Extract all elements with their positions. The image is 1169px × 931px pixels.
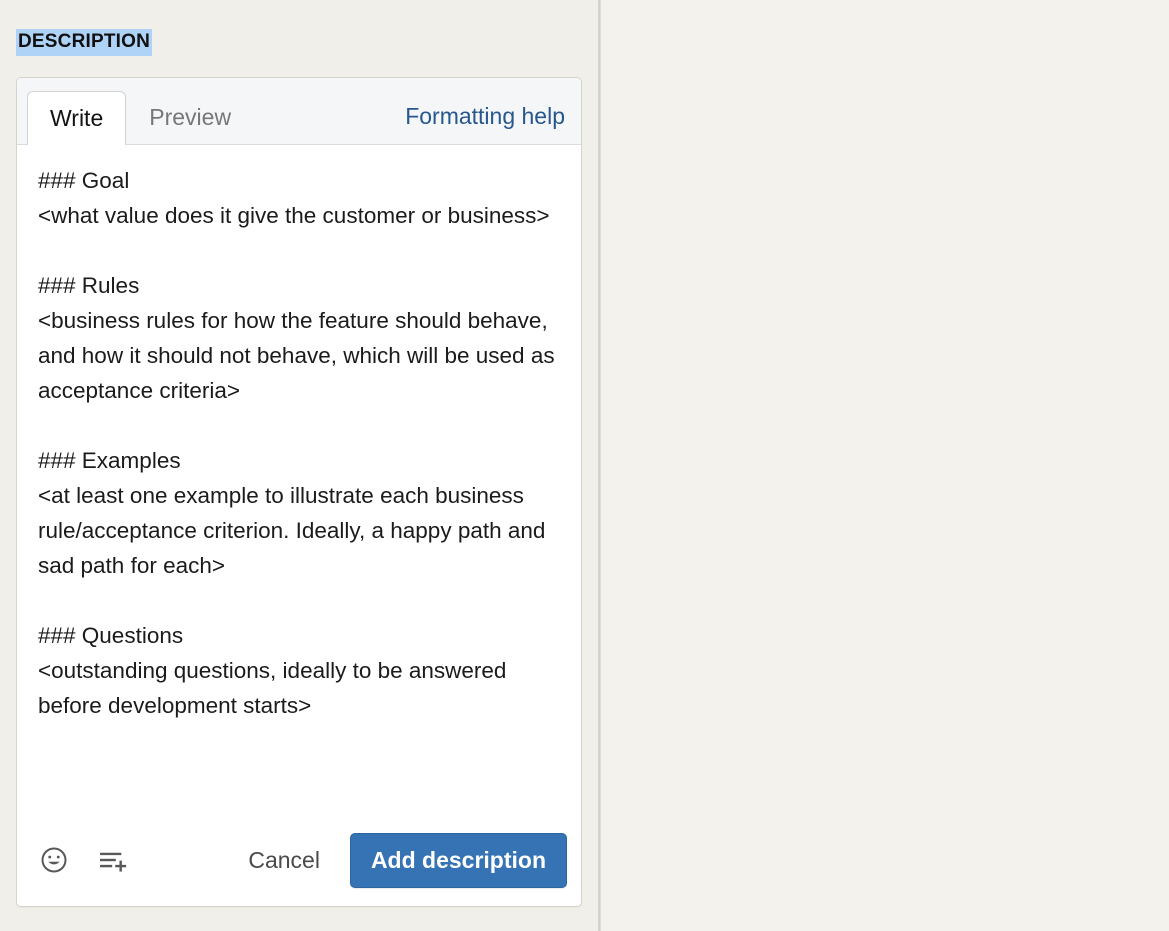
editor-footer-left: Cancel Add description xyxy=(17,814,581,906)
add-tasklist-icon[interactable] xyxy=(97,845,131,875)
screenshot-root: DESCRIPTION Write Preview Formatting hel… xyxy=(0,0,1169,931)
editor-body-left[interactable]: ### Goal <what value does it give the cu… xyxy=(17,145,581,814)
description-textarea[interactable]: ### Goal <what value does it give the cu… xyxy=(38,163,565,723)
tab-write-left[interactable]: Write xyxy=(27,91,127,145)
left-pane: DESCRIPTION Write Preview Formatting hel… xyxy=(0,0,598,931)
editor-tabstrip-left: Write Preview Formatting help xyxy=(17,78,581,145)
description-section-label-left: DESCRIPTION xyxy=(16,29,153,56)
smiley-icon[interactable] xyxy=(39,845,69,875)
right-pane: DESCRIPTION Write Preview Formatting hel… xyxy=(601,0,1169,931)
cancel-button-left[interactable]: Cancel xyxy=(242,846,326,875)
tab-preview-left[interactable]: Preview xyxy=(126,90,254,144)
description-editor-card-left: Write Preview Formatting help ### Goal <… xyxy=(16,77,582,907)
add-description-button-left[interactable]: Add description xyxy=(349,832,567,888)
formatting-help-link-left[interactable]: Formatting help xyxy=(405,103,565,144)
